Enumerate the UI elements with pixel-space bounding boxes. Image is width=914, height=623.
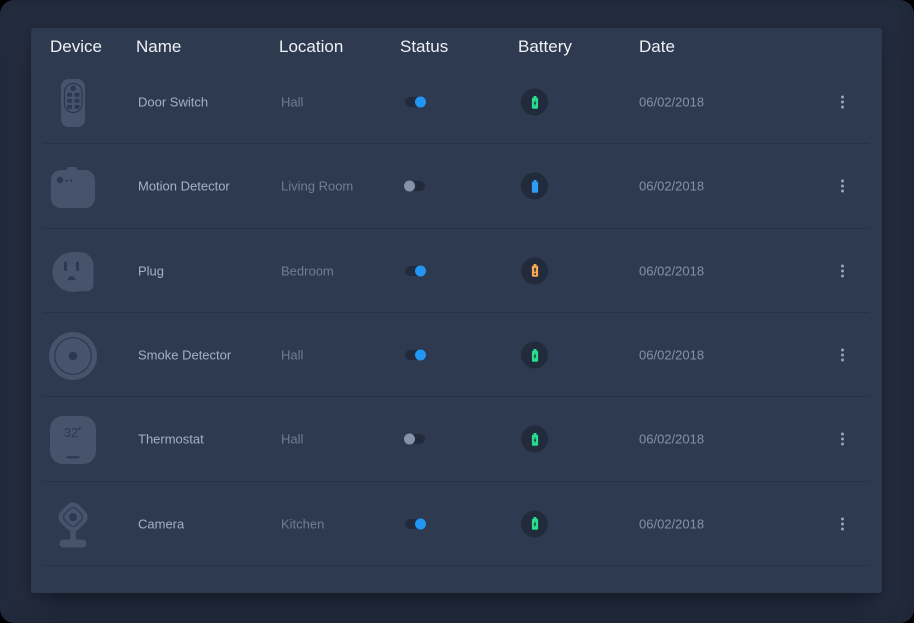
svg-text:32: 32 [64, 426, 78, 440]
